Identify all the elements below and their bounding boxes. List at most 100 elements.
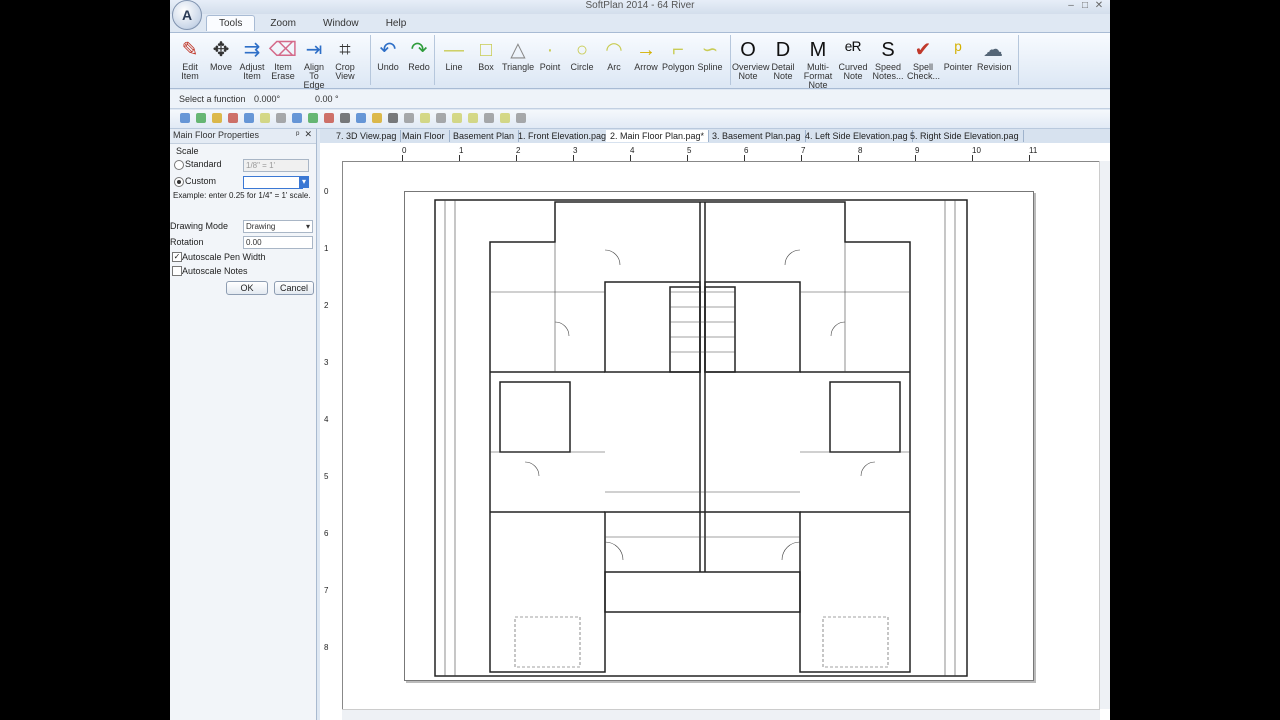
triangle-button[interactable]: △ Triangle <box>502 39 534 72</box>
toolbar-tool-icon[interactable] <box>500 113 510 123</box>
pointer-button[interactable]: ᵖ Pointer <box>942 39 974 72</box>
toolbar-tool-icon[interactable] <box>196 113 206 123</box>
spell-check-button[interactable]: ✔ Spell Check... <box>907 39 941 81</box>
align-icon: ⇥ <box>305 39 323 61</box>
floor-plan-drawing <box>434 199 968 677</box>
document-tab[interactable]: Main Floor <box>398 130 450 142</box>
line-button[interactable]: — Line <box>438 39 470 72</box>
toolbar-tool-icon[interactable] <box>436 113 446 123</box>
document-tab[interactable]: 1. Front Elevation.pag <box>514 130 612 142</box>
eraser-icon: ⌫ <box>268 39 298 61</box>
ribbon-button-label: Arrow <box>634 62 658 72</box>
edit-item-button[interactable]: ✎ Edit Item <box>174 39 206 81</box>
vertical-scrollbar[interactable] <box>1099 161 1110 709</box>
ribbon-button-label: Point <box>539 62 561 72</box>
tab-tools[interactable]: Tools <box>206 15 256 31</box>
circle-button[interactable]: ○ Circle <box>566 39 598 72</box>
drawing-canvas[interactable]: 0 1 2 3 4 5 6 7 8 9 10 11 0 1 2 3 4 5 6 7 8 <box>320 143 1110 720</box>
ok-button[interactable]: OK <box>226 281 268 295</box>
crop-button[interactable]: ⌗ Crop View <box>329 39 361 81</box>
ribbon-button-label: Align To Edge <box>303 62 325 90</box>
toolbar-tool-icon[interactable] <box>372 113 382 123</box>
arc-button[interactable]: ◠ Arc <box>598 39 630 72</box>
drawing-mode-select[interactable]: Drawing ▾ <box>243 220 313 233</box>
ribbon-button-label: Line <box>445 62 463 72</box>
box-button[interactable]: □ Box <box>470 39 502 72</box>
document-tab[interactable]: 5. Right Side Elevation.pag <box>906 130 1024 142</box>
app-window: SoftPlan 2014 - 64 River – □ ✕ A Tools Zoo… <box>170 0 1110 720</box>
ruler-tick-label: 5 <box>324 472 329 481</box>
toolbar-tool-icon[interactable] <box>228 113 238 123</box>
tab-zoom[interactable]: Zoom <box>258 16 308 31</box>
custom-radio[interactable] <box>174 177 184 187</box>
ribbon-button-label: Spell Check... <box>907 62 941 81</box>
rotation-input[interactable]: 0.00 <box>243 236 313 249</box>
toolbar-tool-icon[interactable] <box>484 113 494 123</box>
ruler-tick-label: 7 <box>324 586 329 595</box>
close-button[interactable]: ✕ <box>1092 0 1106 12</box>
detail-note-button[interactable]: D Detail Note <box>767 39 799 81</box>
align-button[interactable]: ⇥ Align To Edge <box>298 39 330 90</box>
speed-notes-button[interactable]: S Speed Notes... <box>872 39 904 81</box>
point-button[interactable]: · Point <box>534 39 566 72</box>
ruler-tick <box>915 155 916 161</box>
close-icon[interactable]: ✕ <box>304 129 312 139</box>
redo-button[interactable]: ↷ Redo <box>403 39 435 72</box>
detail-note-icon: D <box>775 39 791 61</box>
spline-button[interactable]: ∽ Spline <box>694 39 726 72</box>
toolbar-tool-icon[interactable] <box>404 113 414 123</box>
eraser-button[interactable]: ⌫ Item Erase <box>267 39 299 81</box>
undo-button[interactable]: ↶ Undo <box>372 39 404 72</box>
overview-note-button[interactable]: O Overview Note <box>732 39 770 81</box>
ruler-tick-label: 2 <box>324 301 329 310</box>
toolbar-tool-icon[interactable] <box>292 113 302 123</box>
document-tab[interactable]: Basement Plan <box>449 130 520 142</box>
move-button[interactable]: ✥ Move <box>205 39 237 72</box>
autoscale-pen-checkbox[interactable]: ✓ <box>172 252 182 262</box>
ribbon-button-label: Item Erase <box>271 62 295 81</box>
toolbar-tool-icon[interactable] <box>420 113 430 123</box>
tab-help[interactable]: Help <box>374 16 419 31</box>
revision-button[interactable]: ☁ Revision <box>977 39 1012 72</box>
toolbar-tool-icon[interactable] <box>516 113 526 123</box>
toolbar-tool-icon[interactable] <box>244 113 254 123</box>
toolbar-tool-icon[interactable] <box>324 113 334 123</box>
toolbar-tool-icon[interactable] <box>468 113 478 123</box>
multi-format-note-button[interactable]: M Multi-Format Note <box>802 39 834 90</box>
toolbar-tool-icon[interactable] <box>180 113 190 123</box>
horizontal-scrollbar[interactable] <box>342 709 1100 720</box>
toolbar-tool-icon[interactable] <box>308 113 318 123</box>
toolbar-tool-icon[interactable] <box>340 113 350 123</box>
ruler-tick-label: 9 <box>915 146 920 155</box>
polygon-button[interactable]: ⌐ Polygon <box>662 39 695 72</box>
toolbar-tool-icon[interactable] <box>260 113 270 123</box>
arrow-button[interactable]: → Arrow <box>630 39 662 72</box>
document-tab[interactable]: 7. 3D View.pag <box>332 130 402 142</box>
chevron-down-icon[interactable]: ▾ <box>299 176 309 188</box>
toolbar-tool-icon[interactable] <box>388 113 398 123</box>
document-tab[interactable]: 3. Basement Plan.pag <box>708 130 806 142</box>
autoscale-notes-checkbox[interactable] <box>172 266 182 276</box>
app-menu-button[interactable]: A <box>172 0 202 30</box>
toolbar-tool-icon[interactable] <box>276 113 286 123</box>
toolbar-tool-icon[interactable] <box>212 113 222 123</box>
spell-check-icon: ✔ <box>914 39 932 61</box>
ribbon-button-label: Speed Notes... <box>872 62 904 81</box>
standard-radio[interactable] <box>174 160 184 170</box>
curved-note-button[interactable]: ᵉᴿ Curved Note <box>837 39 869 81</box>
standard-scale-select[interactable]: 1/8" = 1' <box>243 159 309 172</box>
maximize-button[interactable]: □ <box>1078 0 1092 12</box>
minimize-button[interactable]: – <box>1064 0 1078 12</box>
toolbar-tool-icon[interactable] <box>452 113 462 123</box>
tab-window[interactable]: Window <box>311 16 371 31</box>
custom-scale-input[interactable] <box>243 176 303 189</box>
properties-panel: Main Floor Properties ᵖ ✕ Scale Standard… <box>170 129 317 720</box>
document-tab[interactable]: 4. Left Side Elevation.pag <box>801 130 913 142</box>
document-tab[interactable]: 2. Main Floor Plan.pag* <box>606 130 710 142</box>
pin-icon[interactable]: ᵖ <box>296 129 299 139</box>
rotation-label: Rotation <box>170 237 204 247</box>
adjust-item-button[interactable]: ⇉ Adjust Item <box>236 39 268 81</box>
ruler-tick-label: 6 <box>744 146 749 155</box>
cancel-button[interactable]: Cancel <box>274 281 314 295</box>
toolbar-tool-icon[interactable] <box>356 113 366 123</box>
